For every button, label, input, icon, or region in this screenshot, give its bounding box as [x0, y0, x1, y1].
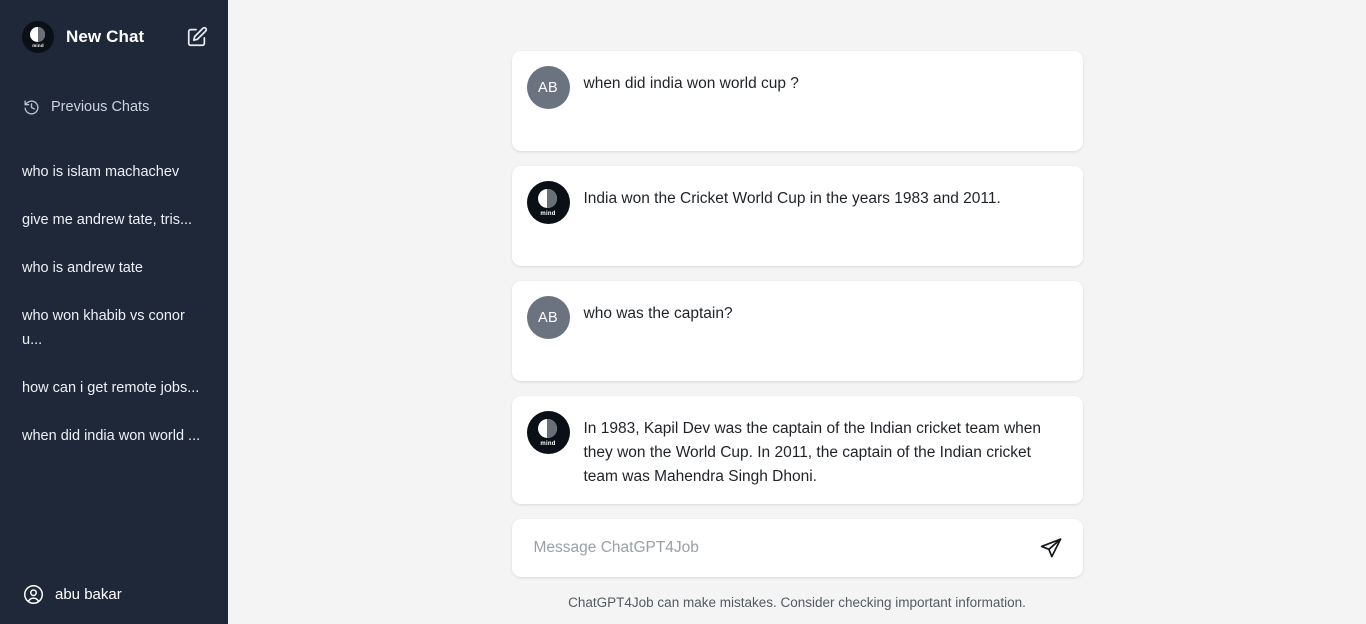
user-initials-avatar: AB	[526, 296, 570, 339]
message-text: In 1983, Kapil Dev was the captain of th…	[583, 420, 1042, 485]
logo-wordmark: mind	[32, 43, 44, 48]
user-initials-avatar: AB	[526, 66, 570, 109]
sidebar-username: abu bakar	[55, 585, 122, 603]
list-item[interactable]: who is andrew tate	[22, 256, 206, 280]
list-item[interactable]: how can i get remote jobs...	[22, 376, 206, 400]
list-item[interactable]: when did india won world ...	[22, 424, 206, 448]
list-item[interactable]: who is islam machachev	[22, 160, 206, 184]
logo-wordmark: mind	[540, 441, 556, 447]
sidebar-item-previous-chats[interactable]: Previous Chats	[0, 96, 228, 118]
mindcase-logo-icon: mind	[526, 411, 570, 454]
sidebar-user-account[interactable]: abu bakar	[0, 578, 228, 624]
sidebar-header: mind New Chat	[0, 0, 228, 56]
logo-pie-shape	[537, 189, 557, 208]
conversation-thread: AB when did india won world cup ? mind I…	[511, 51, 1083, 504]
mindcase-logo-icon: mind	[526, 181, 570, 224]
message-text: who was the captain?	[583, 305, 733, 322]
message-row-assistant: mind India won the Cricket World Cup in …	[511, 166, 1083, 266]
mindcase-logo-icon: mind	[22, 21, 54, 53]
message-text: when did india won world cup ?	[583, 75, 799, 92]
send-paper-plane-icon[interactable]	[1036, 533, 1066, 563]
app-root: mind New Chat Previous Chats who is isla…	[0, 0, 1366, 624]
logo-wordmark: mind	[540, 211, 556, 217]
sidebar: mind New Chat Previous Chats who is isla…	[0, 0, 228, 624]
user-circle-icon	[22, 583, 44, 605]
previous-chats-label: Previous Chats	[51, 99, 150, 115]
history-clock-icon	[22, 98, 40, 116]
list-item[interactable]: who won khabib vs conor u...	[22, 304, 206, 352]
list-item[interactable]: give me andrew tate, tris...	[22, 208, 206, 232]
message-input[interactable]	[533, 533, 1036, 563]
compose-edit-icon[interactable]	[184, 24, 210, 50]
avatar-initials: AB	[538, 79, 558, 96]
message-row-assistant: mind In 1983, Kapil Dev was the captain …	[511, 396, 1083, 504]
disclaimer-text: ChatGPT4Job can make mistakes. Consider …	[568, 595, 1026, 610]
page-title: New Chat	[66, 27, 145, 46]
previous-chats-list: who is islam machachev give me andrew ta…	[0, 160, 228, 578]
message-row-user: AB who was the captain?	[511, 281, 1083, 381]
message-row-user: AB when did india won world cup ?	[511, 51, 1083, 151]
main-content: AB when did india won world cup ? mind I…	[228, 0, 1366, 624]
message-composer	[511, 519, 1083, 577]
message-text: India won the Cricket World Cup in the y…	[583, 190, 1001, 207]
logo-pie-shape	[30, 27, 45, 42]
logo-pie-shape	[537, 419, 557, 438]
avatar-initials: AB	[538, 309, 558, 326]
